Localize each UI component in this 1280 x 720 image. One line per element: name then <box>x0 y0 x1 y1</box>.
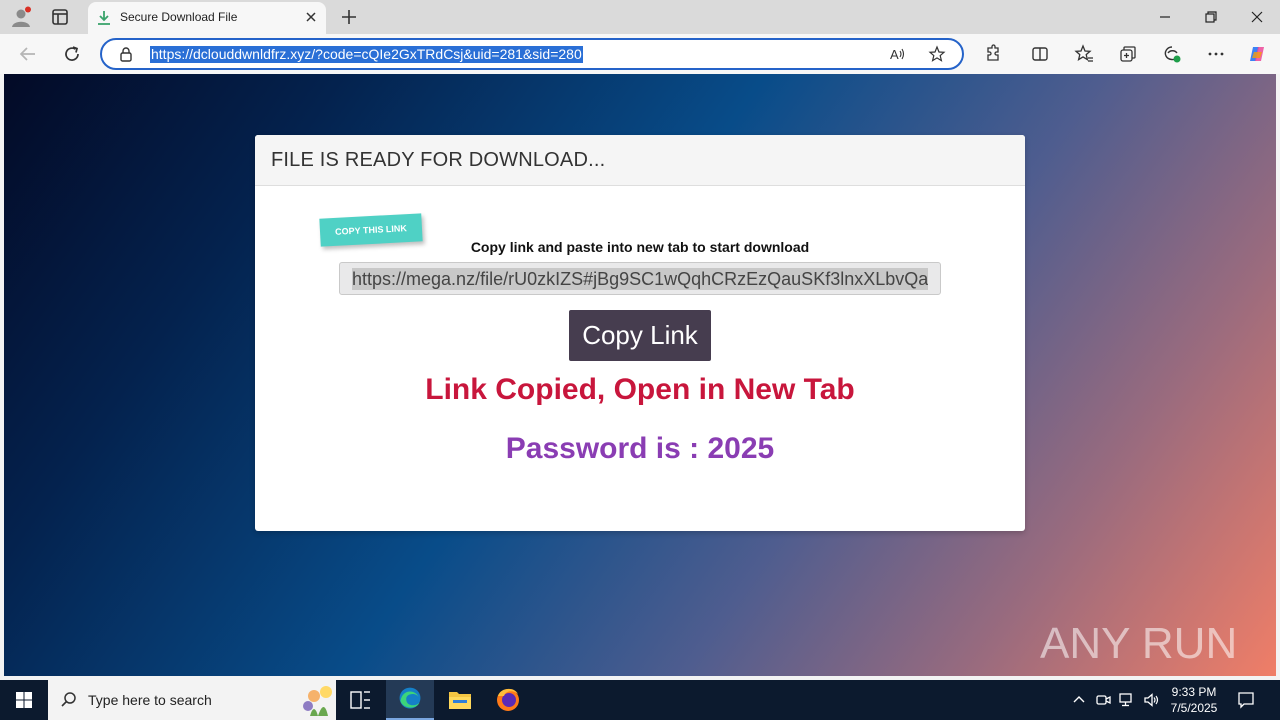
tab-actions-icon[interactable] <box>50 7 70 27</box>
copilot-icon[interactable] <box>1247 44 1267 64</box>
browser-tab-bar: Secure Download File <box>0 0 1280 34</box>
extensions-icon[interactable] <box>982 44 1002 64</box>
clock-date: 7/5/2025 <box>1170 701 1218 715</box>
clock-time: 9:33 PM <box>1171 685 1217 699</box>
page-title: FILE IS READY FOR DOWNLOAD... <box>271 149 606 171</box>
file-explorer-icon[interactable] <box>436 680 484 720</box>
network-icon[interactable] <box>1118 691 1136 709</box>
read-aloud-icon[interactable]: A <box>888 45 906 63</box>
svg-text:A: A <box>890 47 899 62</box>
profile-icon[interactable] <box>10 6 32 28</box>
new-tab-icon[interactable] <box>340 8 358 26</box>
instruction-text: Copy link and paste into new tab to star… <box>470 239 810 255</box>
favorites-icon[interactable] <box>1074 44 1094 64</box>
back-icon[interactable] <box>18 44 38 64</box>
watermark-text: ANY RUN <box>1040 619 1237 668</box>
split-screen-icon[interactable] <box>1030 44 1050 64</box>
tray-chevron-up-icon[interactable] <box>1070 691 1088 709</box>
url-text[interactable]: https://dclouddwnldfrz.xyz/?code=cQIe2Gx… <box>150 46 583 63</box>
lock-icon[interactable] <box>118 46 134 62</box>
meet-now-icon[interactable] <box>1094 691 1112 709</box>
address-bar[interactable]: https://dclouddwnldfrz.xyz/?code=cQIe2Gx… <box>100 38 964 70</box>
browser-toolbar: https://dclouddwnldfrz.xyz/?code=cQIe2Gx… <box>0 34 1280 74</box>
search-placeholder: Type here to search <box>88 692 212 708</box>
collections-icon[interactable] <box>1118 44 1138 64</box>
password-message: Password is : 2025 <box>505 432 775 465</box>
browser-essentials-icon[interactable] <box>1162 44 1182 64</box>
refresh-icon[interactable] <box>62 44 82 64</box>
more-options-icon[interactable] <box>1206 44 1226 64</box>
edge-taskbar-icon[interactable] <box>386 680 434 720</box>
close-tab-icon[interactable] <box>304 10 318 24</box>
taskbar-clock[interactable]: 9:33 PM 7/5/2025 <box>1166 684 1222 716</box>
anyrun-watermark: ANY RUN <box>1040 619 1237 668</box>
firefox-icon[interactable] <box>484 680 532 720</box>
search-icon <box>61 692 76 707</box>
page-viewport: FILE IS READY FOR DOWNLOAD... COPY THIS … <box>4 74 1276 676</box>
link-copied-message: Link Copied, Open in New Tab <box>425 373 855 406</box>
task-view-icon[interactable] <box>336 680 384 720</box>
favorite-star-icon[interactable] <box>928 45 946 63</box>
minimize-icon[interactable] <box>1156 8 1174 26</box>
download-link-input[interactable]: https://mega.nz/file/rU0zkIZS#jBg9SC1wQq… <box>339 262 941 295</box>
windows-start-icon[interactable] <box>0 680 48 720</box>
copy-link-button[interactable]: Copy Link <box>569 310 711 361</box>
notification-icon[interactable] <box>1236 690 1256 710</box>
restore-icon[interactable] <box>1202 8 1220 26</box>
search-highlight-flowers-icon <box>303 686 332 716</box>
download-icon <box>98 11 110 25</box>
download-link-text[interactable]: https://mega.nz/file/rU0zkIZS#jBg9SC1wQq… <box>352 268 929 290</box>
card-header: FILE IS READY FOR DOWNLOAD... <box>255 135 1025 186</box>
tab-title: Secure Download File <box>120 10 238 24</box>
volume-icon[interactable] <box>1142 691 1160 709</box>
tab-secure-download[interactable]: Secure Download File <box>88 2 326 34</box>
close-window-icon[interactable] <box>1248 8 1266 26</box>
taskbar-search-box[interactable]: Type here to search <box>48 680 336 720</box>
download-card: FILE IS READY FOR DOWNLOAD... COPY THIS … <box>255 135 1025 531</box>
windows-taskbar: Type here to search 9:33 PM 7/5/2025 <box>0 680 1280 720</box>
